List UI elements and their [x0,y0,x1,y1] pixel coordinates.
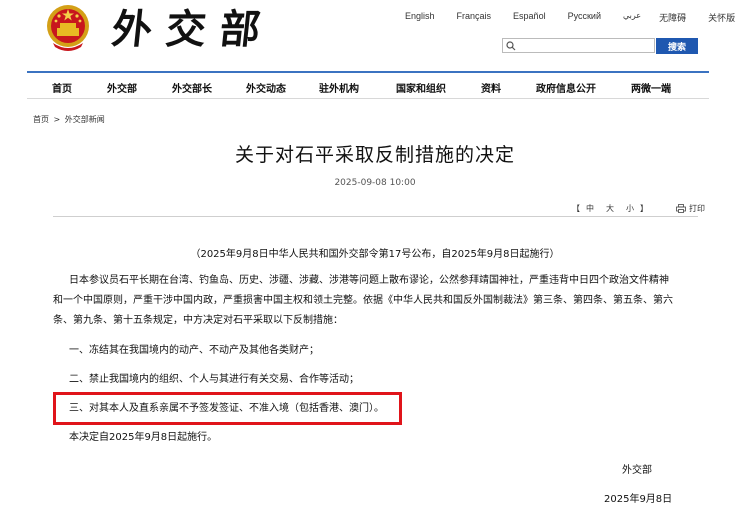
national-emblem-icon [45,3,91,53]
nav-item-social[interactable]: 两微一端 [631,80,671,95]
article-intro-line-2: 和一个中国原则，严重干涉中国内政，严重损害中国主权和领土完整。依据《中华人民共和… [53,295,673,306]
measure-1: 一、冻结其在我国境内的动产、不动产及其他各类财产； [69,345,319,356]
print-label: 打印 [689,204,705,213]
signature-date: 2025年9月8日 [604,494,673,505]
page-title: 关于对石平采取反制措施的决定 [234,144,515,166]
nav-item-ministry[interactable]: 外交部 [107,80,137,95]
nav-item-missions[interactable]: 驻外机构 [319,80,359,95]
breadcrumb-home[interactable]: 首页 [33,115,49,124]
lang-russian[interactable]: Русский [568,11,601,24]
search-icon [506,41,516,51]
measure-2: 二、禁止我国境内的组织、个人与其进行有关交易、合作等活动； [69,374,359,385]
nav-item-gov-info[interactable]: 政府信息公开 [536,80,596,95]
font-size-bracket-open: 【 [572,204,580,213]
printer-icon [676,204,686,213]
print-button[interactable]: 打印 [676,203,705,214]
search-button[interactable]: 搜索 [656,38,698,54]
elder-care-link[interactable]: 关怀版 [708,11,735,24]
site-logo-calligraphy[interactable]: 外交部 [109,6,277,54]
font-size-bracket-close: 】 [640,204,648,213]
breadcrumb: 首页 > 外交部新闻 [33,114,105,125]
nav-item-countries[interactable]: 国家和组织 [396,80,446,95]
signature-org: 外交部 [622,465,652,476]
breadcrumb-separator: > [53,115,61,124]
main-nav: 首页 外交部 外交部长 外交动态 驻外机构 国家和组织 资料 政府信息公开 两微… [27,71,709,99]
search-input[interactable] [517,39,652,52]
accessibility-link[interactable]: 无障碍 [659,11,686,24]
font-size-small[interactable]: 小 [626,203,634,214]
article-intro-line-3: 条、第九条、第十五条规定，中方决定对石平采取以下反制措施： [53,315,343,326]
effective-date: 本决定自2025年9月8日起施行。 [69,432,218,443]
nav-item-activities[interactable]: 外交动态 [246,80,286,95]
search-box [502,38,655,53]
article-tools: 【 中 大 小 】 打印 [572,203,705,214]
article-intro-line-1: 日本参议员石平长期在台湾、钓鱼岛、历史、涉疆、涉藏、涉港等问题上散布谬论，公然参… [69,275,669,286]
title-divider [53,216,698,217]
breadcrumb-section[interactable]: 外交部新闻 [65,115,105,124]
nav-item-resources[interactable]: 资料 [481,80,501,95]
nav-item-home[interactable]: 首页 [52,80,72,95]
language-bar: English Français Español Русский عربي 无障… [405,11,750,24]
highlight-box [53,392,402,425]
lang-spanish[interactable]: Español [513,11,546,24]
font-size-medium[interactable]: 大 [606,203,614,214]
font-size-large[interactable]: 中 [586,203,594,214]
article-preamble: （2025年9月8日中华人民共和国外交部令第17号公布，自2025年9月8日起施… [190,249,560,260]
lang-arabic[interactable]: عربي [623,11,641,24]
lang-english[interactable]: English [405,11,435,24]
publish-date: 2025-09-08 10:00 [334,178,416,188]
lang-french[interactable]: Français [457,11,492,24]
nav-item-minister[interactable]: 外交部长 [172,80,212,95]
